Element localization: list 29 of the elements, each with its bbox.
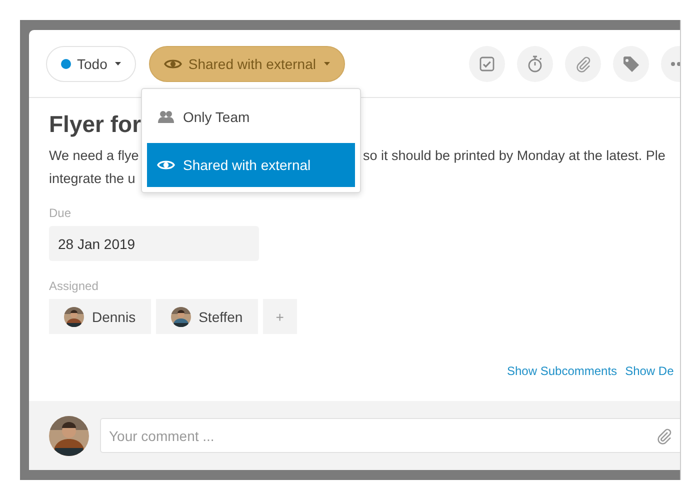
date-field[interactable]: 28 Jan 2019 [49,226,259,261]
checklist-button[interactable] [469,46,505,82]
menu-item[interactable]: Only Team [147,95,355,138]
description-text: so it should be printed by Monday at the latest. Ple [363,147,666,165]
description-text: We need a flye [49,147,139,165]
field-label: Due [49,206,72,220]
caret-icon [324,62,330,66]
description-text: integrate the u [49,171,136,186]
caret-icon [115,62,122,66]
assignee-chip[interactable]: Steffen [156,299,258,334]
eye-icon [164,58,182,70]
task-title: Flyer for [49,110,142,138]
tag-icon [622,54,640,72]
link[interactable]: Show De [625,364,674,378]
users-icon [157,110,175,124]
tag-button[interactable] [613,46,649,82]
paperclip-icon [574,54,592,72]
status-dropdown[interactable]: Todo [46,46,136,82]
attach-button[interactable] [565,46,601,82]
comment-field[interactable]: Your comment ... [100,418,680,453]
stopwatch-icon [527,54,543,72]
assignee-chip[interactable]: Dennis [49,299,151,334]
link[interactable]: Show Subcomments [507,364,618,378]
menu-item[interactable]: Shared with external [147,143,355,187]
timer-button[interactable] [517,46,553,82]
paperclip-icon [655,427,673,445]
checkbox-icon [479,56,495,72]
eye-icon [157,159,175,171]
field-label: Assigned [49,279,100,293]
